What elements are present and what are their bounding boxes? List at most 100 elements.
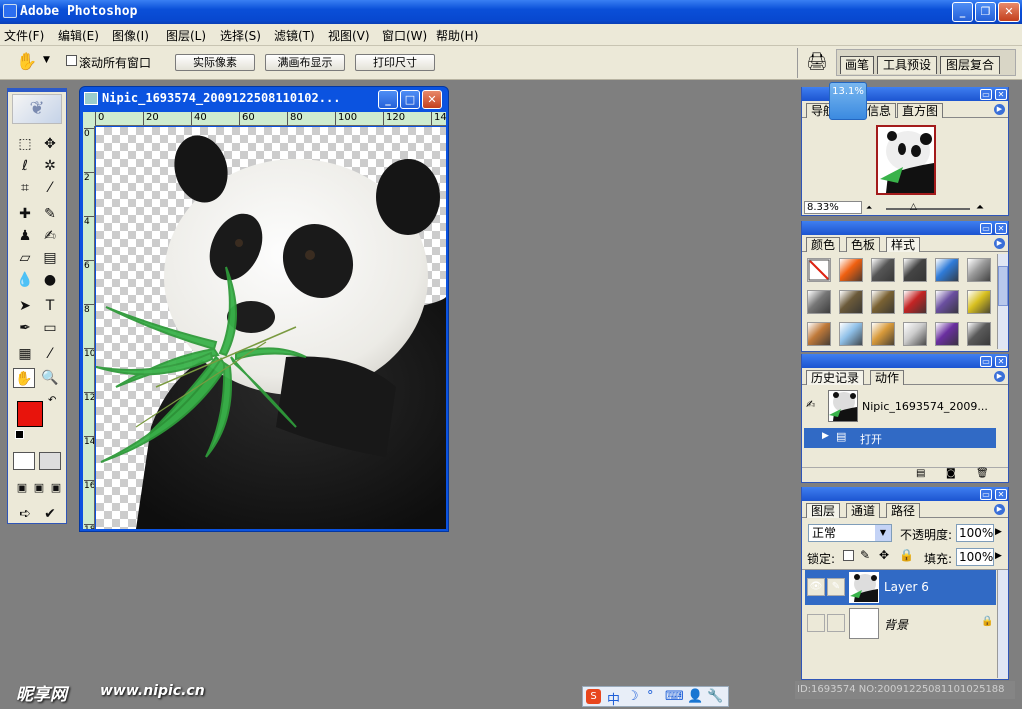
style-swatch[interactable]: [839, 258, 863, 282]
clone-stamp-icon[interactable]: ♟: [14, 226, 36, 246]
panel-minimize-icon[interactable]: ▭: [980, 89, 992, 100]
tab-actions[interactable]: 动作: [870, 370, 905, 385]
punctuation-icon[interactable]: °: [647, 689, 654, 704]
style-swatch[interactable]: [871, 290, 895, 314]
layer-row-background[interactable]: 背景 🔒: [805, 606, 996, 641]
menu-item[interactable]: 滤镜(T): [274, 27, 315, 44]
print-size-button[interactable]: 打印尺寸: [355, 54, 435, 71]
standard-mode-icon[interactable]: [13, 452, 35, 470]
zoom-in-icon[interactable]: ⏶: [976, 202, 984, 213]
tool-preset-dropdown-icon[interactable]: ▼: [43, 55, 50, 65]
style-swatch[interactable]: [903, 322, 927, 346]
zoom-slider-thumb[interactable]: △: [910, 202, 917, 212]
menu-item[interactable]: 编辑(E): [58, 27, 99, 44]
history-brush-source-icon[interactable]: ✍: [806, 398, 815, 411]
tab-histogram[interactable]: 直方图: [897, 103, 944, 118]
gradient-tool-icon[interactable]: ▤: [39, 248, 61, 268]
opacity-arrow-icon[interactable]: ▶: [995, 527, 1002, 537]
panel-menu-arrow-icon[interactable]: ▶: [994, 504, 1005, 515]
checkmark-icon[interactable]: ✔: [39, 504, 61, 524]
healing-brush-icon[interactable]: ✚: [14, 204, 36, 224]
trash-icon[interactable]: 🗑: [976, 468, 989, 479]
tab-tool-presets[interactable]: 工具预设: [877, 56, 937, 74]
visibility-eye-icon[interactable]: 👁: [807, 578, 825, 596]
layer-name[interactable]: 背景: [884, 616, 908, 633]
visibility-toggle[interactable]: [807, 614, 825, 632]
chevron-down-icon[interactable]: ▼: [875, 525, 891, 541]
style-swatch[interactable]: [807, 258, 831, 282]
jump-to-imageready-icon[interactable]: ➪: [14, 504, 36, 524]
history-snapshot[interactable]: ✍ Nipic_1693574_2009...: [804, 390, 996, 424]
zoom-tool-icon[interactable]: 🔍: [39, 368, 61, 388]
menu-item[interactable]: 图像(I): [112, 27, 149, 44]
panel-menu-arrow-icon[interactable]: ▶: [994, 371, 1005, 382]
hand-tool-icon[interactable]: ✋: [13, 368, 35, 388]
lock-all-icon[interactable]: 🔒: [899, 548, 914, 562]
style-swatch[interactable]: [871, 322, 895, 346]
history-step-open[interactable]: ▶ ▤ 打开: [804, 428, 996, 448]
style-swatch[interactable]: [935, 258, 959, 282]
tab-channels[interactable]: 通道: [846, 503, 881, 518]
default-colors-icon[interactable]: [15, 430, 24, 439]
lock-position-icon[interactable]: ✥: [879, 548, 889, 562]
screen-mode-full-icon[interactable]: ▣: [45, 478, 67, 498]
tab-history[interactable]: 历史记录: [806, 370, 865, 385]
user-icon[interactable]: 👤: [687, 689, 703, 704]
new-snapshot-icon[interactable]: ◙: [946, 468, 956, 479]
close-button[interactable]: ✕: [998, 2, 1020, 22]
horizontal-ruler[interactable]: 0 20 40 60 80 100 120 14: [95, 112, 446, 126]
panel-minimize-icon[interactable]: ▭: [980, 356, 992, 367]
layer-name[interactable]: Layer 6: [884, 580, 929, 594]
menu-item[interactable]: 文件(F): [4, 27, 44, 44]
panel-header[interactable]: ▭ ✕: [802, 221, 1008, 235]
blend-mode-select[interactable]: 正常 ▼: [808, 524, 892, 542]
minimize-button[interactable]: _: [952, 2, 973, 22]
style-swatch[interactable]: [871, 258, 895, 282]
opacity-field[interactable]: 100%: [956, 524, 994, 542]
tab-info[interactable]: 信息: [862, 103, 897, 118]
notes-tool-icon[interactable]: ▦: [14, 344, 36, 364]
chinese-mode-icon[interactable]: 中: [607, 689, 620, 708]
doc-close-button[interactable]: ✕: [422, 90, 442, 109]
panel-close-icon[interactable]: ✕: [995, 489, 1007, 500]
history-brush-icon[interactable]: ✍: [39, 226, 61, 246]
menu-item[interactable]: 图层(L): [166, 27, 206, 44]
menu-item[interactable]: 视图(V): [328, 27, 370, 44]
lasso-tool-icon[interactable]: ℓ: [14, 156, 36, 176]
brush-tool-icon[interactable]: ✎: [39, 204, 61, 224]
vertical-ruler[interactable]: 0 2 4 6 8 10 12 14 16 18: [83, 126, 95, 529]
marquee-tool-icon[interactable]: ⬚: [14, 134, 36, 154]
fit-screen-button[interactable]: 满画布显示: [265, 54, 345, 71]
magic-wand-icon[interactable]: ✲: [39, 156, 61, 176]
style-swatch[interactable]: [807, 322, 831, 346]
sogou-icon[interactable]: S: [586, 689, 601, 704]
wrench-icon[interactable]: 🔧: [707, 689, 723, 704]
eraser-tool-icon[interactable]: ▱: [14, 248, 36, 268]
pen-tool-icon[interactable]: ✒: [14, 318, 36, 338]
styles-scrollbar[interactable]: [997, 254, 1008, 349]
fill-arrow-icon[interactable]: ▶: [995, 551, 1002, 561]
style-swatch[interactable]: [807, 290, 831, 314]
tab-swatches[interactable]: 色板: [846, 237, 881, 252]
style-swatch[interactable]: [903, 290, 927, 314]
printer-icon[interactable]: 🖨: [806, 52, 828, 72]
ime-toolbar[interactable]: S 中 ☽ ° ⌨ 👤 🔧: [582, 686, 729, 708]
zoom-out-icon[interactable]: ⏶: [866, 203, 872, 213]
navigator-thumbnail[interactable]: [876, 125, 936, 195]
tab-color[interactable]: 颜色: [806, 237, 841, 252]
panel-menu-arrow-icon[interactable]: ▶: [994, 104, 1005, 115]
new-document-from-state-icon[interactable]: ▤: [916, 468, 925, 479]
ruler-origin[interactable]: [83, 112, 95, 126]
style-swatch[interactable]: [839, 290, 863, 314]
panel-menu-arrow-icon[interactable]: ▶: [994, 238, 1005, 249]
style-swatch[interactable]: [967, 258, 991, 282]
dodge-tool-icon[interactable]: ●: [39, 270, 61, 290]
lock-pixels-icon[interactable]: ✎: [860, 548, 870, 562]
image-canvas[interactable]: [96, 127, 446, 529]
style-swatch[interactable]: [967, 322, 991, 346]
tab-styles[interactable]: 样式: [886, 237, 921, 252]
panel-close-icon[interactable]: ✕: [995, 89, 1007, 100]
zoom-slider-track[interactable]: [886, 208, 970, 210]
foreground-color-swatch[interactable]: [17, 401, 43, 427]
layer-row-layer-6[interactable]: 👁 ✎ Layer 6: [805, 570, 996, 605]
